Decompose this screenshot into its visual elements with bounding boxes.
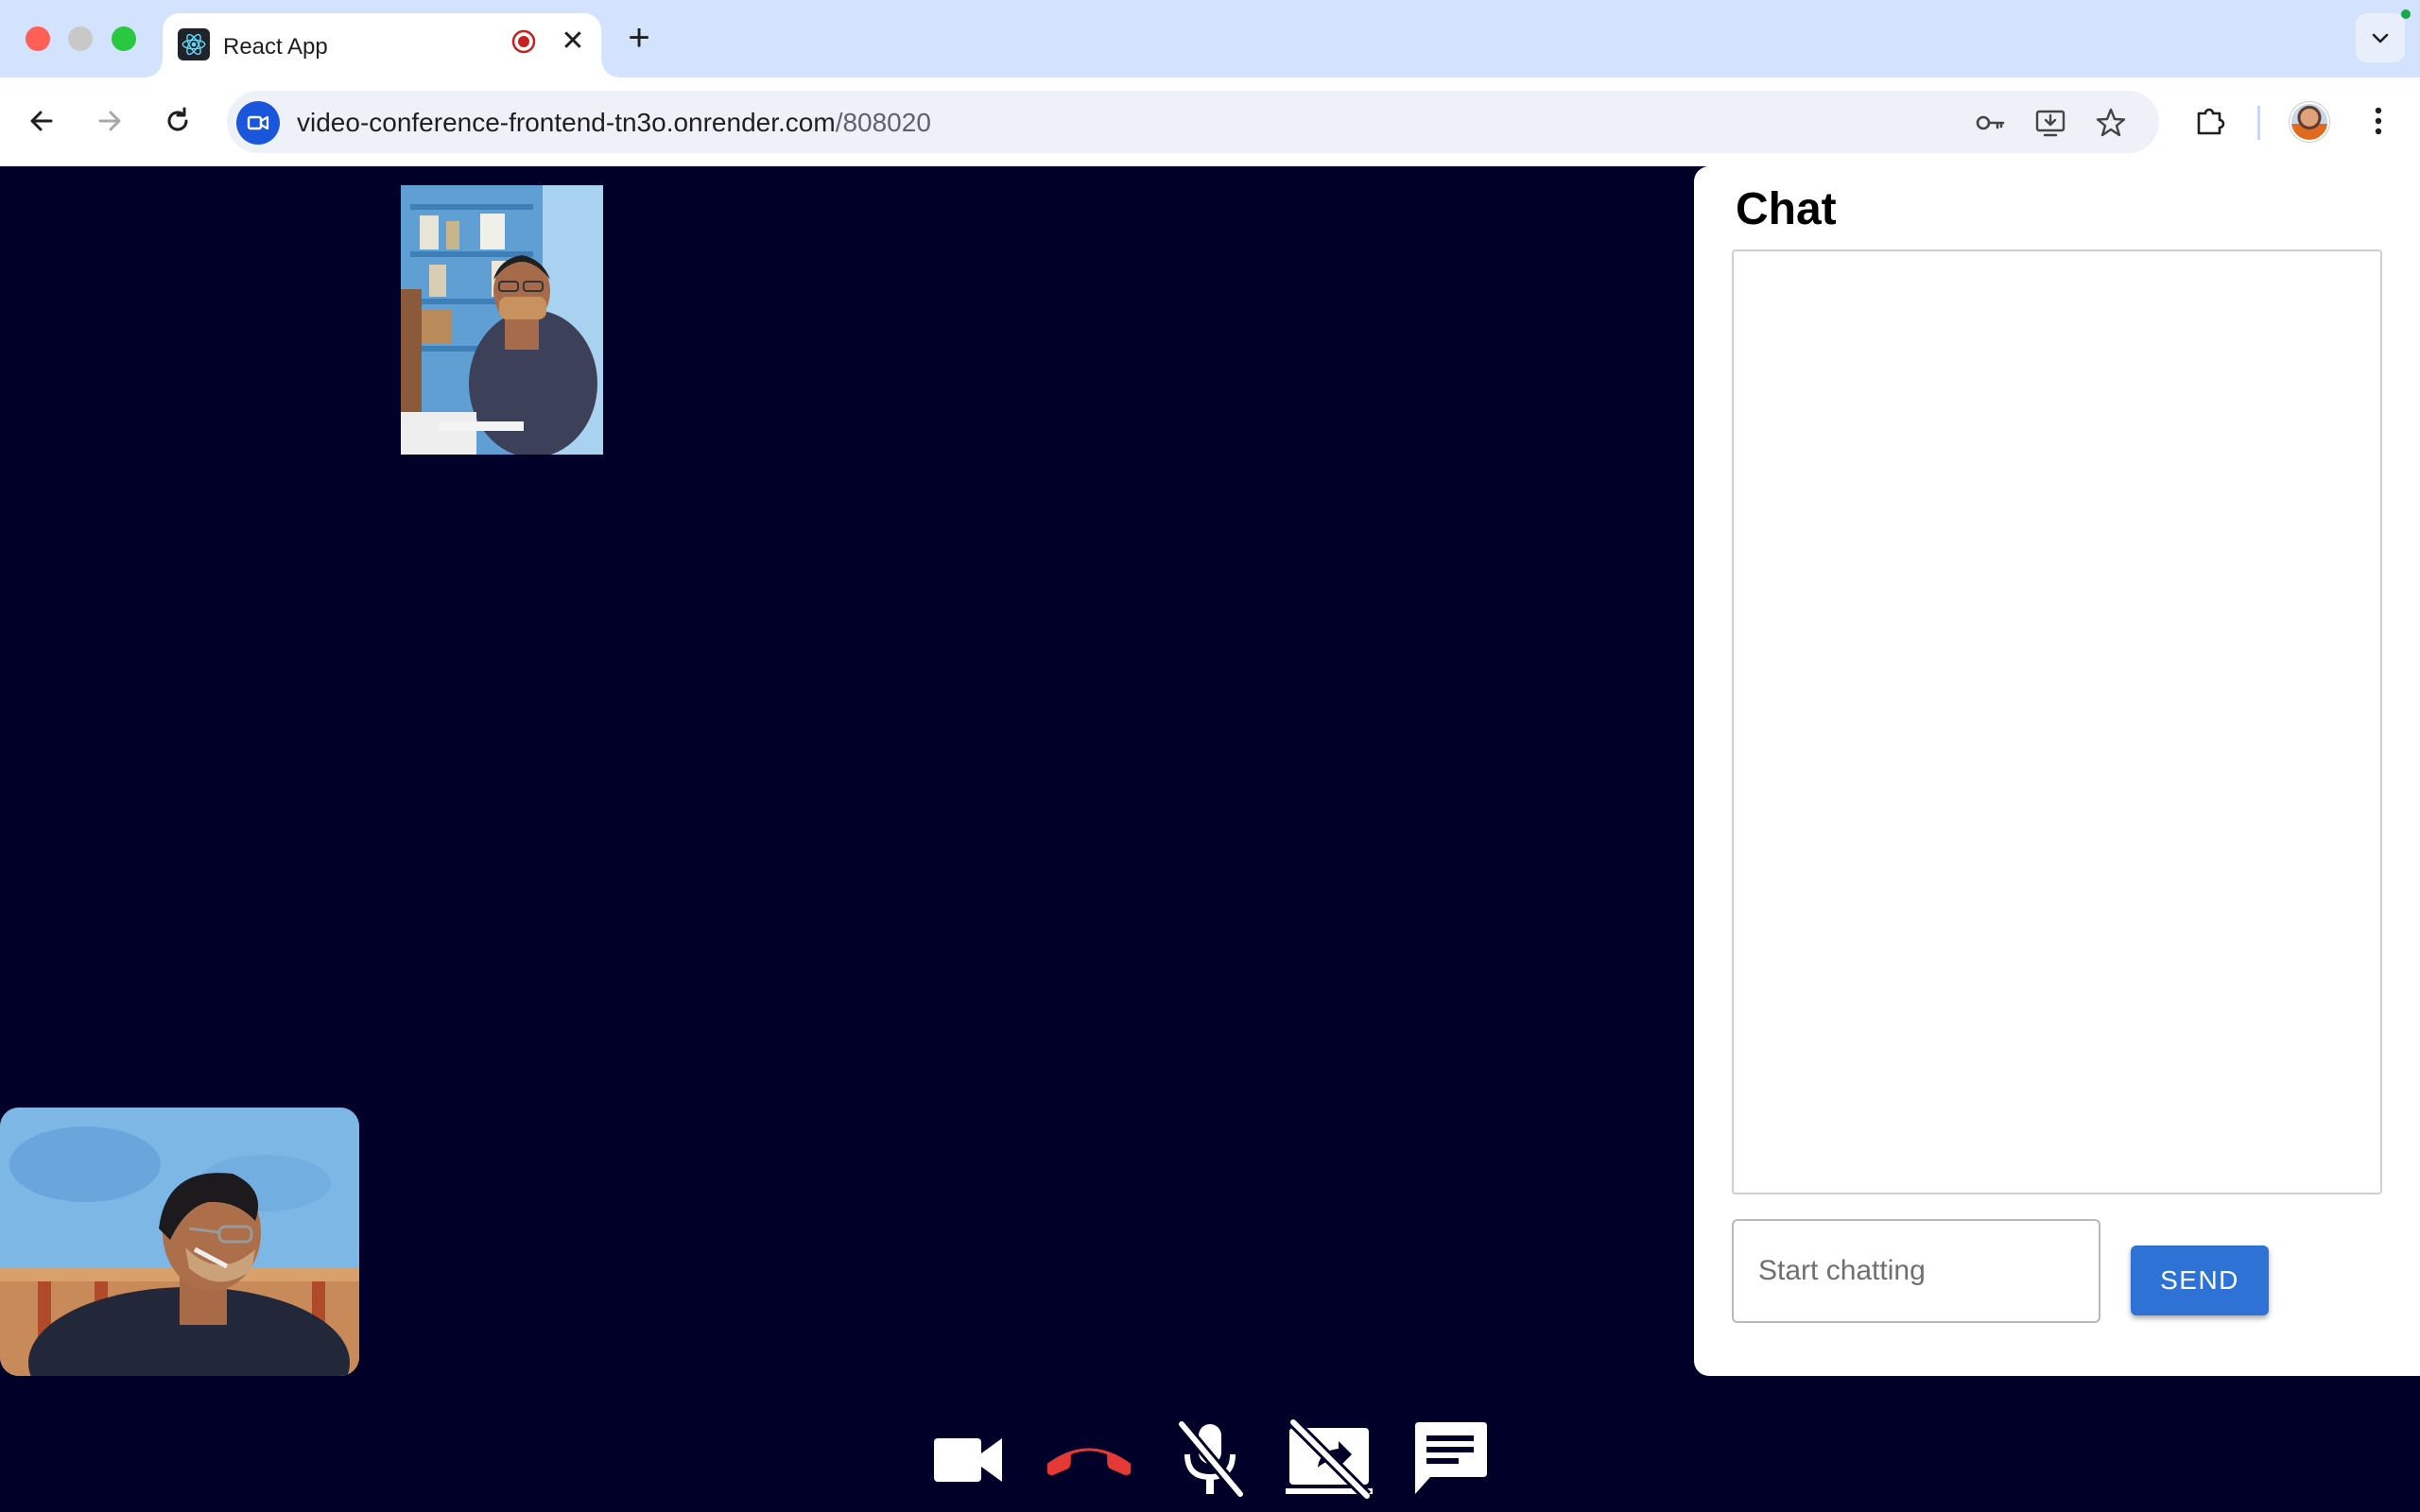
microphone-toggle-button[interactable] [1165, 1414, 1255, 1504]
end-call-button[interactable] [1044, 1414, 1134, 1504]
chat-message-input[interactable] [1732, 1219, 2100, 1323]
react-logo-icon [178, 28, 210, 60]
extensions-puzzle-icon[interactable] [2189, 100, 2231, 142]
conference-stage: Chat SEND [0, 166, 2420, 1512]
call-controls-bar [0, 1404, 2420, 1512]
reload-button[interactable] [155, 98, 200, 144]
bookmark-star-icon[interactable] [2095, 107, 2127, 139]
videocam-icon [934, 1438, 1002, 1482]
browser-toolbar: video-conference-frontend-tn3o.onrender.… [0, 77, 2420, 166]
chat-title: Chat [1736, 184, 1837, 234]
back-button[interactable] [19, 98, 64, 144]
chevron-down-icon [2372, 33, 2389, 43]
local-self-video [0, 1108, 359, 1376]
camera-toggle-button[interactable] [923, 1414, 1013, 1504]
mic-off-icon [1177, 1420, 1245, 1498]
browser-tab-active[interactable]: React App ✕ [146, 13, 618, 77]
chat-panel: Chat SEND [1694, 166, 2420, 1376]
stop-screen-share-icon [1286, 1418, 1373, 1500]
close-tab-icon[interactable]: ✕ [558, 26, 588, 57]
tab-title: React App [223, 34, 328, 60]
chat-icon [1415, 1422, 1487, 1494]
more-menu-icon[interactable] [2358, 100, 2399, 142]
key-icon[interactable] [1974, 107, 2006, 139]
browser-tab-strip: React App ✕ + [0, 0, 2420, 77]
install-app-icon[interactable] [2034, 107, 2066, 139]
arrow-right-icon [98, 111, 121, 131]
recording-indicator-icon [510, 28, 537, 55]
forward-button[interactable] [87, 98, 132, 144]
call-end-icon [1046, 1448, 1132, 1475]
tab-search-button[interactable] [2356, 13, 2405, 62]
new-tab-button[interactable]: + [618, 17, 660, 59]
url-text[interactable]: video-conference-frontend-tn3o.onrender.… [297, 108, 931, 138]
screen-share-toggle-button[interactable] [1284, 1414, 1374, 1504]
address-bar[interactable]: video-conference-frontend-tn3o.onrender.… [227, 91, 2159, 153]
url-path: /808020 [835, 108, 931, 137]
chat-toggle-button[interactable] [1405, 1414, 1495, 1504]
window-maximize-button[interactable] [112, 26, 136, 51]
update-indicator-dot [2401, 9, 2411, 19]
toolbar-divider [2257, 106, 2260, 140]
window-minimize-button[interactable] [68, 26, 93, 51]
window-close-button[interactable] [26, 26, 50, 51]
arrow-left-icon [30, 111, 53, 131]
send-button[interactable]: SEND [2131, 1246, 2269, 1315]
remote-participant-video [401, 185, 603, 455]
reload-icon [167, 107, 188, 131]
site-info-video-icon[interactable] [236, 101, 280, 145]
chat-messages-area[interactable] [1732, 249, 2382, 1194]
url-host: video-conference-frontend-tn3o.onrender.… [297, 108, 836, 137]
profile-avatar[interactable] [2290, 102, 2329, 142]
